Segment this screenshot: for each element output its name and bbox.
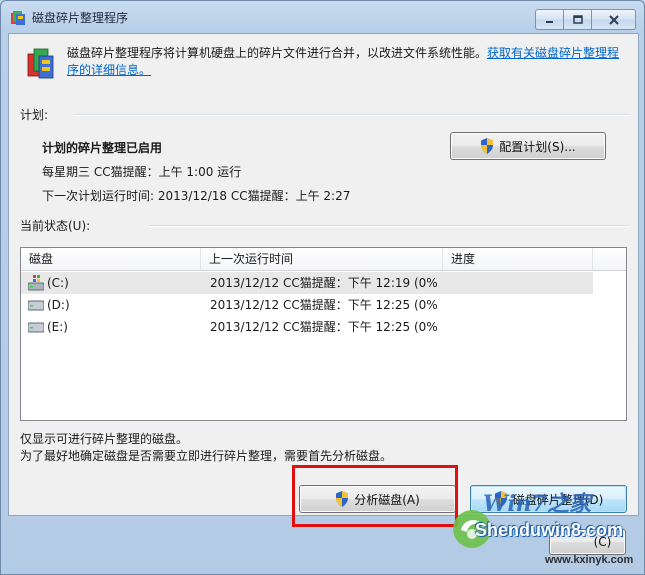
column-header-progress[interactable]: 进度 [443, 248, 593, 270]
drive-icon [28, 322, 44, 333]
note-line-1: 仅显示可进行碎片整理的磁盘。 [20, 432, 189, 446]
description: 磁盘碎片整理程序将计算机硬盘上的碎片文件进行合并，以改进文件系统性能。 [67, 46, 488, 60]
annotation-highlight-box [292, 465, 458, 527]
close-button[interactable] [591, 9, 636, 30]
defragment-disk-button[interactable]: 磁盘碎片整理(D) [470, 485, 627, 513]
close-icon [608, 14, 619, 25]
schedule-separator [74, 114, 630, 116]
maximize-button[interactable] [563, 9, 591, 30]
current-status-label: 当前状态(U): [20, 219, 91, 233]
disk-row-e[interactable]: (E:) 2013/12/12 CC猫提醒：下午 12:25 (0%... [21, 316, 593, 338]
description-text: 磁盘碎片整理程序将计算机硬盘上的碎片文件进行合并，以改进文件系统性能。获取有关磁… [67, 45, 627, 79]
title-bar[interactable]: 磁盘碎片整理程序 [1, 1, 644, 33]
main-panel: 磁盘碎片整理程序将计算机硬盘上的碎片文件进行合并，以改进文件系统性能。获取有关磁… [8, 33, 639, 516]
disk-list-header: 磁盘 上一次运行时间 进度 [21, 248, 626, 271]
schedule-status: 计划的碎片整理已启用 [42, 141, 163, 155]
status-separator [150, 225, 630, 227]
disk-row-d[interactable]: (D:) 2013/12/12 CC猫提醒：下午 12:25 (0%... [21, 294, 593, 316]
drive-icon [28, 300, 44, 311]
disk-name: (C:) [47, 276, 69, 290]
configure-schedule-label: 配置计划(S)... [499, 139, 576, 154]
uac-shield-icon [494, 491, 507, 507]
uac-shield-icon [481, 138, 494, 154]
column-header-disk[interactable]: 磁盘 [21, 248, 201, 270]
schedule-frequency: 每星期三 CC猫提醒：上午 1:00 运行 [42, 165, 242, 179]
schedule-section-label: 计划: [20, 108, 49, 122]
system-drive-icon [28, 275, 44, 291]
learn-more-link-continued[interactable]: 序的详细信息。 [67, 63, 151, 77]
maximize-icon [572, 15, 583, 24]
disk-name: (E:) [47, 320, 68, 334]
disk-row-c[interactable]: (C:) 2013/12/12 CC猫提醒：下午 12:19 (0%... [21, 272, 593, 294]
column-header-last-run[interactable]: 上一次运行时间 [201, 248, 443, 270]
note-line-2: 为了最好地确定磁盘是否需要立即进行碎片整理，需要首先分析磁盘。 [20, 449, 393, 463]
disk-name: (D:) [47, 298, 70, 312]
disk-last-run: 2013/12/12 CC猫提醒：下午 12:25 (0%... [210, 320, 439, 334]
disk-last-run: 2013/12/12 CC猫提醒：下午 12:19 (0%... [210, 276, 439, 290]
close-dialog-label: (C) [593, 535, 612, 549]
caption-buttons [535, 9, 636, 30]
learn-more-link[interactable]: 获取有关磁盘碎片整理程 [487, 46, 619, 60]
defrag-app-icon [11, 11, 25, 25]
close-dialog-button[interactable]: (C) [549, 529, 626, 555]
minimize-icon [546, 21, 553, 23]
minimize-button[interactable] [535, 9, 563, 30]
disk-last-run: 2013/12/12 CC猫提醒：下午 12:25 (0%... [210, 298, 439, 312]
disk-list[interactable]: 磁盘 上一次运行时间 进度 (C:) 2013/12/12 CC猫提醒：下午 1… [20, 247, 627, 421]
defragment-disk-label: 磁盘碎片整理(D) [512, 492, 604, 507]
window-title: 磁盘碎片整理程序 [32, 11, 129, 25]
schedule-next-run: 下一次计划运行时间: 2013/12/18 CC猫提醒：上午 2:27 [42, 189, 351, 203]
configure-schedule-button[interactable]: 配置计划(S)... [450, 132, 606, 160]
defrag-header-icon [27, 48, 54, 79]
